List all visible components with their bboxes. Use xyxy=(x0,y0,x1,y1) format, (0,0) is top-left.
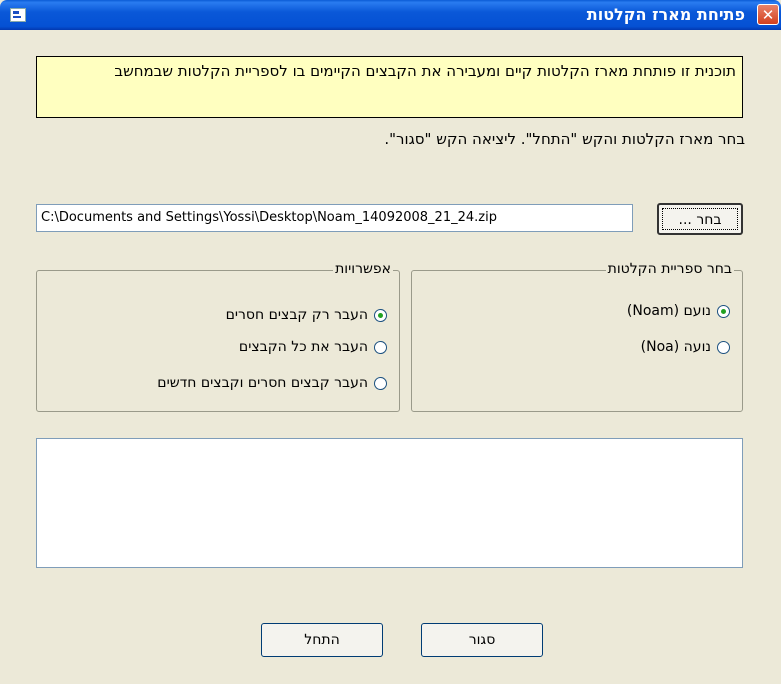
radio-label: העבר את כל הקבצים xyxy=(238,339,368,355)
radio-button[interactable] xyxy=(374,308,387,322)
radio-option-missing-and-new[interactable]: העבר קבצים חסרים וקבצים חדשים xyxy=(157,375,387,391)
title-bar[interactable]: פתיחת מארז הקלטות ✕ xyxy=(0,0,781,30)
radio-option-noa[interactable]: נועה (Noa) xyxy=(641,339,730,355)
library-group-legend: בחר ספריית הקלטות xyxy=(605,261,734,277)
radio-label: נועה (Noa) xyxy=(640,339,711,355)
library-group: בחר ספריית הקלטות נועם (Noam) נועה (Noa) xyxy=(411,261,743,412)
radio-option-missing-only[interactable]: העבר רק קבצים חסרים xyxy=(226,307,387,323)
app-window-icon xyxy=(10,8,26,22)
dialog-window: פתיחת מארז הקלטות ✕ תוכנית זו פותחת מארז… xyxy=(0,0,781,684)
radio-option-noam[interactable]: נועם (Noam) xyxy=(627,303,730,319)
radio-button[interactable] xyxy=(717,340,730,354)
radio-option-all-files[interactable]: העבר את כל הקבצים xyxy=(239,339,387,355)
radio-button[interactable] xyxy=(374,376,387,390)
browse-button-label: בחר ... xyxy=(662,208,738,230)
file-path-field[interactable]: C:\Documents and Settings\Yossi\Desktop\… xyxy=(36,204,633,232)
close-button[interactable]: סגור xyxy=(421,623,543,657)
start-button[interactable]: התחל xyxy=(261,623,383,657)
radio-button[interactable] xyxy=(374,340,387,354)
close-icon[interactable]: ✕ xyxy=(757,4,779,25)
radio-label: העבר קבצים חסרים וקבצים חדשים xyxy=(157,375,368,391)
window-title: פתיחת מארז הקלטות xyxy=(586,5,745,24)
radio-label: העבר רק קבצים חסרים xyxy=(225,307,368,323)
output-area[interactable] xyxy=(36,438,743,568)
radio-label: נועם (Noam) xyxy=(626,303,711,319)
instruction-text: בחר מארז הקלטות והקש "התחל". ליציאה הקש … xyxy=(384,130,745,148)
radio-button[interactable] xyxy=(717,304,730,318)
options-group-legend: אפשרויות xyxy=(333,261,393,277)
browse-button[interactable]: בחר ... xyxy=(657,203,743,235)
info-panel: תוכנית זו פותחת מארז הקלטות קיים ומעבירה… xyxy=(36,56,743,118)
options-group: אפשרויות העבר רק קבצים חסרים העבר את כל … xyxy=(36,261,400,412)
